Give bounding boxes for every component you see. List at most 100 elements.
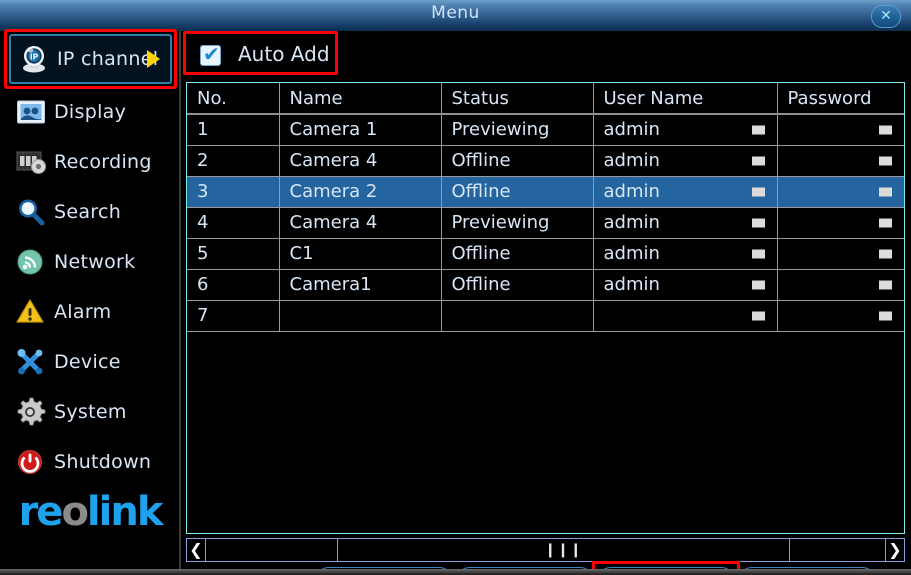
column-header-user-name: User Name: [593, 83, 778, 115]
cell-user-text: admin: [603, 212, 660, 233]
cell-status: Offline: [441, 269, 594, 301]
channel-table: No. Name Status User Name Password 1 Cam…: [186, 82, 905, 534]
menu-window: Menu ✕ IP IP channel Display Recording S…: [0, 0, 911, 575]
cell-user-name[interactable]: admin: [593, 269, 778, 301]
page-title: Menu: [431, 3, 480, 23]
alarm-warning-icon: [14, 295, 48, 329]
logo-text-part2: o: [61, 489, 89, 535]
cell-user-text: admin: [603, 243, 660, 264]
table-row[interactable]: 5 C1 Offline admin: [187, 238, 904, 270]
column-header-password: Password: [777, 83, 904, 115]
cell-no: 6: [187, 269, 280, 301]
cell-password[interactable]: [777, 269, 904, 301]
table-row[interactable]: 6 Camera1 Offline admin: [187, 269, 904, 301]
cell-no: 3: [187, 176, 280, 208]
horizontal-scrollbar[interactable]: ❮ ❙❙❙ ❯: [186, 538, 905, 562]
sidebar-item-search[interactable]: Search: [8, 191, 173, 233]
table-row[interactable]: 4 Camera 4 Previewing admin: [187, 207, 904, 239]
cell-user-text: admin: [603, 119, 660, 141]
logo-text-part1: re: [18, 489, 64, 535]
auto-add-checkbox[interactable]: ✔: [200, 43, 221, 66]
search-magnifier-icon: [14, 195, 48, 229]
cell-password[interactable]: [777, 207, 904, 239]
cell-password[interactable]: [777, 145, 904, 177]
sidebar-item-alarm[interactable]: Alarm: [8, 291, 173, 333]
cell-user-name[interactable]: admin: [593, 238, 778, 270]
cell-password[interactable]: [777, 114, 904, 146]
sidebar-item-label: Display: [54, 101, 127, 123]
sidebar-item-system[interactable]: System: [8, 391, 173, 433]
cell-no: 5: [187, 238, 280, 270]
auto-add-checkbox-row[interactable]: ✔ Auto Add: [187, 33, 342, 77]
scroll-left-arrow-icon[interactable]: ❮: [187, 539, 206, 561]
column-header-status: Status: [441, 83, 594, 115]
cell-password[interactable]: [777, 176, 904, 208]
scrollbar-grip-icon: ❙❙❙: [544, 542, 583, 558]
scroll-right-arrow-icon[interactable]: ❯: [885, 539, 904, 561]
cell-name[interactable]: Camera 4: [279, 145, 442, 177]
table-row-selected[interactable]: 3 Camera 2 Offline admin: [187, 176, 904, 208]
sidebar-item-label: Search: [54, 201, 122, 223]
cell-no: 2: [187, 145, 280, 177]
masked-value-icon: [751, 187, 765, 196]
sidebar-item-ip-channel[interactable]: IP IP channel: [9, 34, 172, 84]
logo-text-part3: link: [86, 489, 163, 535]
masked-value-icon: [879, 249, 892, 258]
sidebar: IP IP channel Display Recording Search N…: [0, 29, 181, 575]
cell-status: Offline: [441, 238, 594, 270]
shutdown-power-icon: [14, 445, 48, 479]
table-body: 1 Camera 1 Previewing admin 2 Camera 4 O…: [187, 114, 904, 332]
masked-value-icon: [751, 249, 765, 258]
cell-password[interactable]: [777, 300, 904, 332]
network-signal-icon: [14, 245, 48, 279]
cell-no: 4: [187, 207, 280, 239]
cell-name[interactable]: Camera1: [279, 269, 442, 301]
cell-user-name[interactable]: admin: [593, 176, 778, 208]
table-row[interactable]: 1 Camera 1 Previewing admin: [187, 114, 904, 146]
cell-name[interactable]: C1: [279, 238, 442, 270]
cell-user-text: admin: [603, 181, 660, 202]
sidebar-item-display[interactable]: Display: [8, 91, 173, 133]
cell-user-name[interactable]: [593, 300, 778, 332]
sidebar-item-network[interactable]: Network: [8, 241, 173, 283]
cell-user-name[interactable]: admin: [593, 145, 778, 177]
masked-value-icon: [879, 218, 892, 227]
masked-value-icon: [879, 156, 892, 165]
cell-user-name[interactable]: admin: [593, 207, 778, 239]
cell-no: 1: [187, 114, 280, 146]
sidebar-item-device[interactable]: Device: [8, 341, 173, 383]
sidebar-item-label: Device: [54, 351, 121, 373]
cell-user-name[interactable]: admin: [593, 114, 778, 146]
sidebar-item-label: Alarm: [54, 301, 112, 323]
masked-value-icon: [751, 218, 765, 227]
sidebar-item-recording[interactable]: Recording: [8, 141, 173, 183]
close-button[interactable]: ✕: [871, 5, 901, 28]
column-header-no: No.: [187, 83, 280, 115]
cell-name[interactable]: [279, 300, 442, 332]
masked-value-icon: [751, 280, 765, 289]
ip-camera-icon: IP: [17, 42, 51, 76]
sidebar-item-shutdown[interactable]: Shutdown: [8, 441, 173, 483]
title-bar: Menu ✕: [0, 0, 911, 32]
cell-name[interactable]: Camera 2: [279, 176, 442, 208]
cell-status: [441, 300, 594, 332]
cell-name[interactable]: Camera 1: [279, 114, 442, 146]
cell-password[interactable]: [777, 238, 904, 270]
table-header-row: No. Name Status User Name Password: [187, 83, 904, 115]
table-row[interactable]: 2 Camera 4 Offline admin: [187, 145, 904, 177]
cell-name[interactable]: Camera 4: [279, 207, 442, 239]
masked-value-icon: [879, 311, 892, 320]
sidebar-item-label: Network: [54, 251, 136, 273]
masked-value-icon: [879, 280, 892, 289]
main-panel: ✔ Auto Add No. Name Status User Name Pas…: [183, 31, 911, 575]
sidebar-item-label: System: [54, 401, 127, 423]
sidebar-item-label: IP channel: [57, 48, 159, 70]
scrollbar-thumb[interactable]: ❙❙❙: [337, 539, 790, 561]
reolink-logo: re o link: [4, 489, 176, 535]
channel-table-grid: No. Name Status User Name Password 1 Cam…: [187, 83, 904, 332]
table-row[interactable]: 7: [187, 300, 904, 332]
svg-text:IP: IP: [30, 53, 39, 62]
recording-icon: [14, 145, 48, 179]
cell-user-text: admin: [603, 150, 660, 171]
cell-status: Previewing: [441, 207, 594, 239]
